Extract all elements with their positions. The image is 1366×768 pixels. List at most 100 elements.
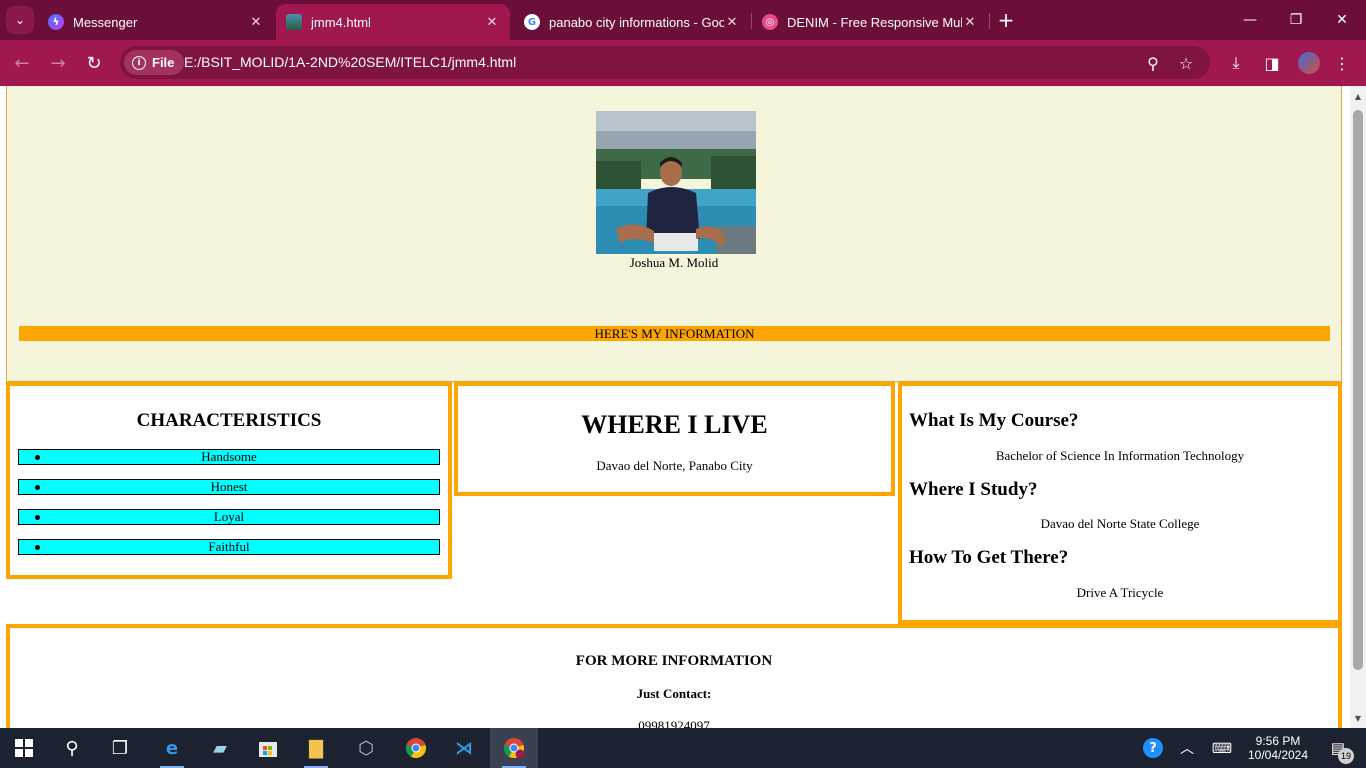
arrow-right-icon: → <box>50 52 66 74</box>
taskbar-chrome[interactable] <box>392 728 440 768</box>
site-info-chip[interactable]: i File <box>124 50 185 75</box>
contact-number: 09981924097 <box>638 718 710 728</box>
chevron-down-icon: ⌄ <box>14 13 26 27</box>
close-tab-icon[interactable]: ✕ <box>724 15 740 30</box>
where-i-live-panel: WHERE I LIVE Davao del Norte, Panabo Cit… <box>454 382 895 496</box>
profile-avatar[interactable] <box>1298 52 1320 74</box>
windows-logo-icon <box>15 739 33 757</box>
taskbar-store[interactable] <box>244 728 292 768</box>
scroll-down-arrow-icon[interactable]: ▼ <box>1350 710 1366 726</box>
zoom-icon[interactable]: ⚲ <box>1141 51 1165 75</box>
taskbar-vscode[interactable]: ⋊ <box>440 728 488 768</box>
list-item: Loyal <box>18 509 440 525</box>
messenger-icon: ϟ <box>48 14 64 30</box>
trait-label: Honest <box>210 479 248 494</box>
contact-subtitle: Just Contact: <box>636 686 712 701</box>
cube-icon: ⬡ <box>358 737 374 759</box>
site-chip-label: File <box>152 55 175 70</box>
list-item: Handsome <box>18 449 440 465</box>
characteristics-list: Handsome Honest Loyal Faithful <box>18 449 440 569</box>
search-icon: ⚲ <box>65 737 79 759</box>
characteristics-panel: CHARACTERISTICS Handsome Honest Loyal Fa… <box>6 382 452 579</box>
notification-count-badge: 19 <box>1338 748 1354 764</box>
taskbar-file-explorer[interactable]: ▇ <box>292 728 340 768</box>
where-i-live-heading: WHERE I LIVE <box>581 410 768 439</box>
tab-google-search[interactable]: G panabo city informations - Goo ✕ <box>514 4 750 40</box>
taskbar-notepad[interactable]: ▰ <box>196 728 244 768</box>
bullet-icon <box>35 515 40 520</box>
side-panel-icon[interactable]: ◨ <box>1259 50 1285 76</box>
folder-icon: ▇ <box>309 737 323 759</box>
chrome-profile-icon <box>504 738 525 759</box>
plus-icon: + <box>997 8 1015 32</box>
photo-favicon-icon <box>286 14 302 30</box>
url-text[interactable]: E:/BSIT_MOLID/1A-2ND%20SEM/ITELC1/jmm4.h… <box>184 54 516 70</box>
tab-denim[interactable]: ◎ DENIM - Free Responsive Multip ✕ <box>752 4 988 40</box>
trait-label: Loyal <box>213 509 245 524</box>
back-button[interactable]: ← <box>8 49 36 77</box>
scroll-up-arrow-icon[interactable]: ▲ <box>1350 88 1366 104</box>
edge-icon: e <box>165 737 179 759</box>
bullet-icon <box>35 545 40 550</box>
minimize-button[interactable]: — <box>1230 6 1270 34</box>
show-hidden-icons-chevron-icon[interactable]: ︿ <box>1176 728 1198 768</box>
tab-title: Messenger <box>73 14 138 30</box>
clock-date: 10/04/2024 <box>1247 748 1309 762</box>
dribbble-icon: ◎ <box>762 14 778 30</box>
list-item: Honest <box>18 479 440 495</box>
bookmark-star-icon[interactable]: ☆ <box>1174 51 1198 75</box>
browser-toolbar: ← → ↻ i File E:/BSIT_MOLID/1A-2ND%20SEM/… <box>0 40 1366 86</box>
bullet-icon <box>35 455 40 460</box>
tab-strip: ⌄ ϟ Messenger ✕ jmm4.html ✕ G panabo cit… <box>0 0 1366 40</box>
clock[interactable]: 9:56 PM 10/04/2024 <box>1246 728 1310 768</box>
info-icon: i <box>132 55 146 70</box>
close-tab-icon[interactable]: ✕ <box>484 15 500 30</box>
taskbar-edge[interactable]: e <box>148 728 196 768</box>
task-view-button[interactable]: ❐ <box>96 728 144 768</box>
page-viewport: Joshua M. Molid HERE'S MY INFORMATION CH… <box>0 86 1366 728</box>
list-item: Faithful <box>18 539 440 555</box>
course-question-heading: What Is My Course? <box>909 410 1079 431</box>
close-window-button[interactable]: ✕ <box>1322 6 1362 34</box>
taskbar-chrome-profile[interactable] <box>490 728 538 768</box>
tab-jmm4[interactable]: jmm4.html ✕ <box>276 4 510 40</box>
close-icon: ✕ <box>1336 12 1348 28</box>
restore-button[interactable]: ❐ <box>1276 6 1316 34</box>
scrollbar-thumb[interactable] <box>1353 110 1363 670</box>
keyboard-icon[interactable]: ⌨ <box>1208 728 1236 768</box>
contact-heading: FOR MORE INFORMATION <box>575 653 773 669</box>
menu-kebab-icon[interactable]: ⋮ <box>1329 50 1355 76</box>
windows-taskbar: ⚲ ❐ e ▰ ▇ ⬡ ⋊ ? ︿ ⌨ 9:56 PM 10/04/2024 ▤… <box>0 728 1366 768</box>
minimize-icon: — <box>1243 12 1257 28</box>
page-scrollbar[interactable]: ▲ ▼ <box>1350 86 1366 728</box>
tab-title: jmm4.html <box>311 14 371 30</box>
clock-time: 9:56 PM <box>1255 734 1301 748</box>
google-icon: G <box>524 14 540 30</box>
forward-button[interactable]: → <box>44 49 72 77</box>
reload-icon: ↻ <box>86 52 102 74</box>
info-banner: HERE'S MY INFORMATION <box>19 326 1330 341</box>
characteristics-heading: CHARACTERISTICS <box>136 410 322 431</box>
task-view-icon: ❐ <box>111 737 129 759</box>
download-icon[interactable]: ⤓ <box>1223 50 1249 76</box>
arrow-left-icon: ← <box>14 52 30 74</box>
profile-photo <box>596 111 756 254</box>
help-tray-icon[interactable]: ? <box>1140 728 1166 768</box>
directions-answer: Drive A Tricycle <box>1076 585 1164 600</box>
taskbar-3d-app[interactable]: ⬡ <box>342 728 390 768</box>
tab-separator <box>989 13 990 29</box>
close-tab-icon[interactable]: ✕ <box>248 15 264 30</box>
tab-title: panabo city informations - Goo <box>549 14 724 30</box>
new-tab-button[interactable]: + <box>994 8 1018 32</box>
start-button[interactable] <box>0 728 48 768</box>
search-button[interactable]: ⚲ <box>48 728 96 768</box>
close-tab-icon[interactable]: ✕ <box>962 15 978 30</box>
study-question-heading: Where I Study? <box>909 479 1038 500</box>
notification-center-button[interactable]: ▤ 19 <box>1318 728 1358 768</box>
address-bar[interactable]: i File E:/BSIT_MOLID/1A-2ND%20SEM/ITELC1… <box>120 46 1210 79</box>
contact-panel: FOR MORE INFORMATION Just Contact: 09981… <box>6 624 1342 728</box>
tab-search-dropdown-button[interactable]: ⌄ <box>6 6 34 34</box>
reload-button[interactable]: ↻ <box>80 49 108 77</box>
notepad-icon: ▰ <box>213 737 227 759</box>
tab-messenger[interactable]: ϟ Messenger ✕ <box>38 4 274 40</box>
